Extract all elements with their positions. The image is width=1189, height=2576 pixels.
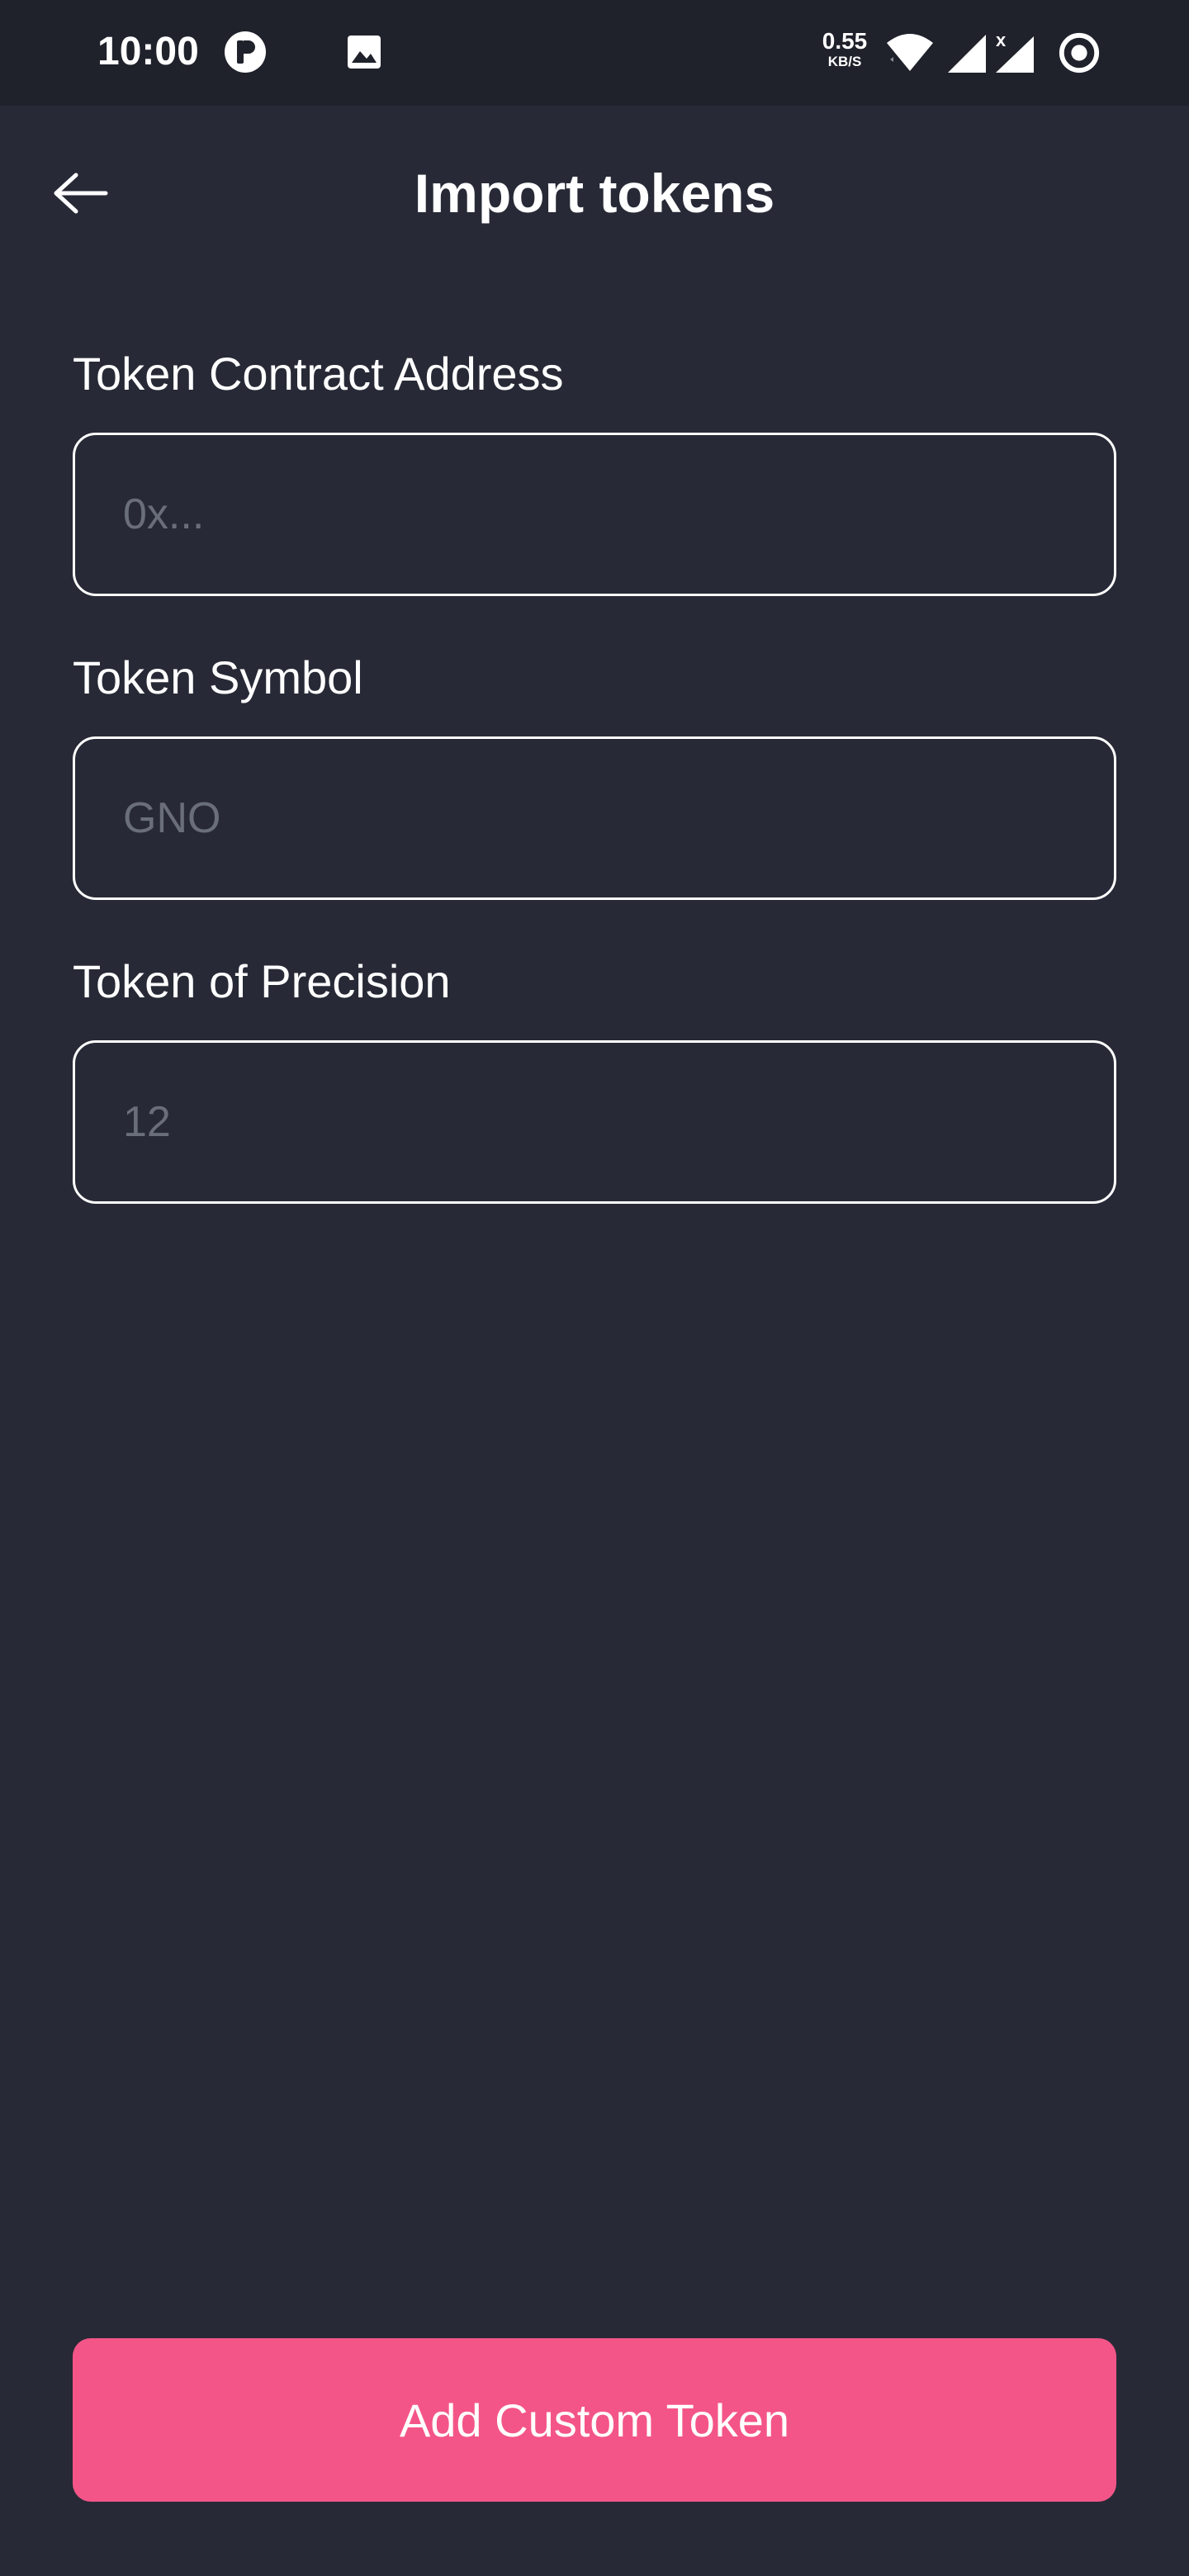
svg-text:x: x (996, 31, 1007, 50)
token-precision-input[interactable] (75, 1043, 1114, 1201)
token-precision-field (73, 1040, 1116, 1204)
token-symbol-field (73, 736, 1116, 900)
signal-no-service-icon: x (996, 31, 1034, 73)
signal-icon (948, 35, 986, 73)
page-title: Import tokens (414, 163, 775, 224)
token-contract-address-label: Token Contract Address (73, 348, 564, 400)
status-bar: 10:00 0.55 KB/S x (0, 0, 1189, 106)
token-symbol-input[interactable] (75, 739, 1114, 897)
token-precision-label: Token of Precision (73, 955, 451, 1007)
token-symbol-label: Token Symbol (73, 651, 363, 703)
image-notification-icon (348, 36, 381, 69)
record-icon (1059, 32, 1100, 73)
app-bar: Import tokens (0, 106, 1189, 271)
wifi-icon (887, 34, 933, 71)
network-speed-unit: KB/S (827, 54, 862, 69)
add-custom-token-button[interactable]: Add Custom Token (73, 2338, 1116, 2502)
status-time: 10:00 (97, 30, 199, 73)
token-contract-address-input[interactable] (75, 435, 1114, 594)
network-speed: 0.55 KB/S (817, 30, 872, 69)
app-notification-icon (225, 31, 266, 73)
network-speed-value: 0.55 (822, 28, 868, 54)
token-contract-address-field (73, 433, 1116, 596)
